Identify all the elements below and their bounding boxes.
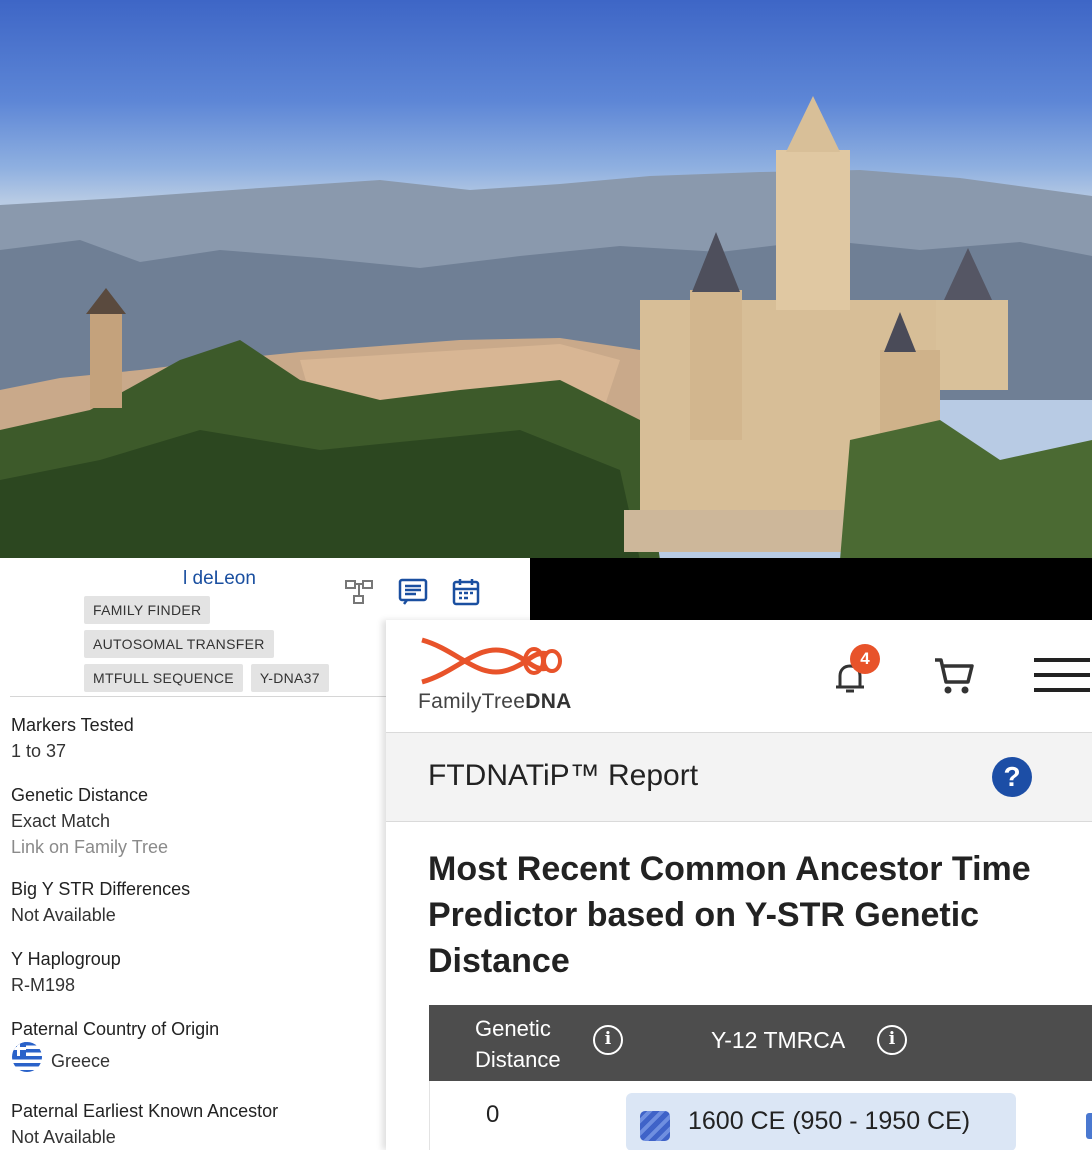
tag-y-dna37: Y-DNA37 [250, 664, 329, 692]
familytreedna-logo-icon[interactable] [418, 630, 568, 695]
tmrca-table: Genetic Distance i Y-12 TMRCA i 0 1600 C… [429, 1005, 1092, 1150]
series-swatch-icon [640, 1111, 670, 1141]
report-bar: FTDNATiP™ Report ? [386, 732, 1092, 822]
column-y12-tmrca: Y-12 TMRCA [711, 1027, 846, 1053]
field-value: Not Available [11, 905, 116, 925]
link-on-family-tree[interactable]: Link on Family Tree [11, 835, 381, 859]
field-genetic-distance: Genetic Distance Exact Match Link on Fam… [11, 783, 381, 859]
table-row: 0 1600 CE (950 - 1950 CE) [429, 1081, 1092, 1150]
next-column-edge [1086, 1113, 1092, 1139]
logo-text-bold: DNA [525, 690, 572, 713]
header-photo [0, 0, 1092, 560]
country-row: Greece [11, 1041, 381, 1081]
info-icon[interactable]: i [593, 1025, 623, 1055]
hamburger-menu-icon[interactable] [1034, 658, 1090, 699]
notification-badge: 4 [850, 644, 880, 674]
tmrca-pill[interactable]: 1600 CE (950 - 1950 CE) [626, 1093, 1016, 1150]
field-label: Paternal Country of Origin [11, 1019, 220, 1039]
field-value: 1 to 37 [11, 741, 67, 761]
app-header: FamilyTreeDNA 4 [386, 620, 1092, 732]
field-label: Genetic Distance [11, 785, 149, 805]
field-haplogroup: Y Haplogroup R-M198 [11, 947, 381, 999]
column-genetic-distance: Genetic Distance [475, 1013, 561, 1075]
match-fields: Markers Tested 1 to 37 Genetic Distance … [11, 713, 381, 1150]
page-headline: Most Recent Common Ancestor Time Predict… [428, 850, 1031, 980]
tag-mtfull-sequence: MTFULL SEQUENCE [84, 664, 243, 692]
help-icon[interactable]: ? [992, 757, 1032, 797]
field-label: Markers Tested [11, 715, 134, 735]
field-markers: Markers Tested 1 to 37 [11, 713, 381, 765]
field-value: Greece [51, 1051, 111, 1071]
field-value: R-M198 [11, 975, 76, 995]
cell-tmrca: 1600 CE (950 - 1950 CE) [688, 1107, 971, 1135]
field-country: Paternal Country of Origin Greece [11, 1017, 381, 1081]
logo-text-light: FamilyTree [418, 690, 526, 713]
field-value: Exact Match [11, 811, 111, 831]
report-title: FTDNATiP™ Report [428, 759, 699, 792]
column-label-line1: Genetic [475, 1016, 551, 1041]
divider [10, 696, 388, 697]
logo-text: FamilyTreeDNA [418, 690, 572, 714]
cell-genetic-distance: 0 [486, 1101, 500, 1128]
field-value: Not Available [11, 1127, 116, 1147]
ftdna-app: FamilyTreeDNA 4 FTDNATiP™ Report ? Most … [386, 620, 1092, 1150]
screenshot-root: l deLeon FAMILY FINDER AUTOSOMAL TRANSFE… [0, 0, 1092, 1150]
black-bar [530, 558, 1092, 620]
greece-flag-icon [11, 1041, 43, 1081]
field-earliest-ancestor: Paternal Earliest Known Ancestor Not Ava… [11, 1099, 381, 1150]
field-label: Big Y STR Differences [11, 879, 191, 899]
table-header: Genetic Distance i Y-12 TMRCA i [429, 1005, 1092, 1081]
cart-icon[interactable] [932, 654, 976, 703]
match-name[interactable]: l deLeon [183, 568, 256, 590]
test-tags: FAMILY FINDER AUTOSOMAL TRANSFER MTFULL … [84, 596, 384, 698]
tag-family-finder: FAMILY FINDER [84, 596, 211, 624]
field-label: Paternal Earliest Known Ancestor [11, 1101, 279, 1121]
info-icon[interactable]: i [877, 1025, 907, 1055]
tag-autosomal-transfer: AUTOSOMAL TRANSFER [84, 630, 274, 658]
calendar-icon[interactable] [452, 578, 480, 606]
notes-icon[interactable] [398, 578, 428, 606]
landscape-illustration [0, 96, 1092, 560]
field-label: Y Haplogroup [11, 949, 121, 969]
column-label-line2: Distance [475, 1047, 561, 1072]
field-bigy-str: Big Y STR Differences Not Available [11, 877, 381, 929]
